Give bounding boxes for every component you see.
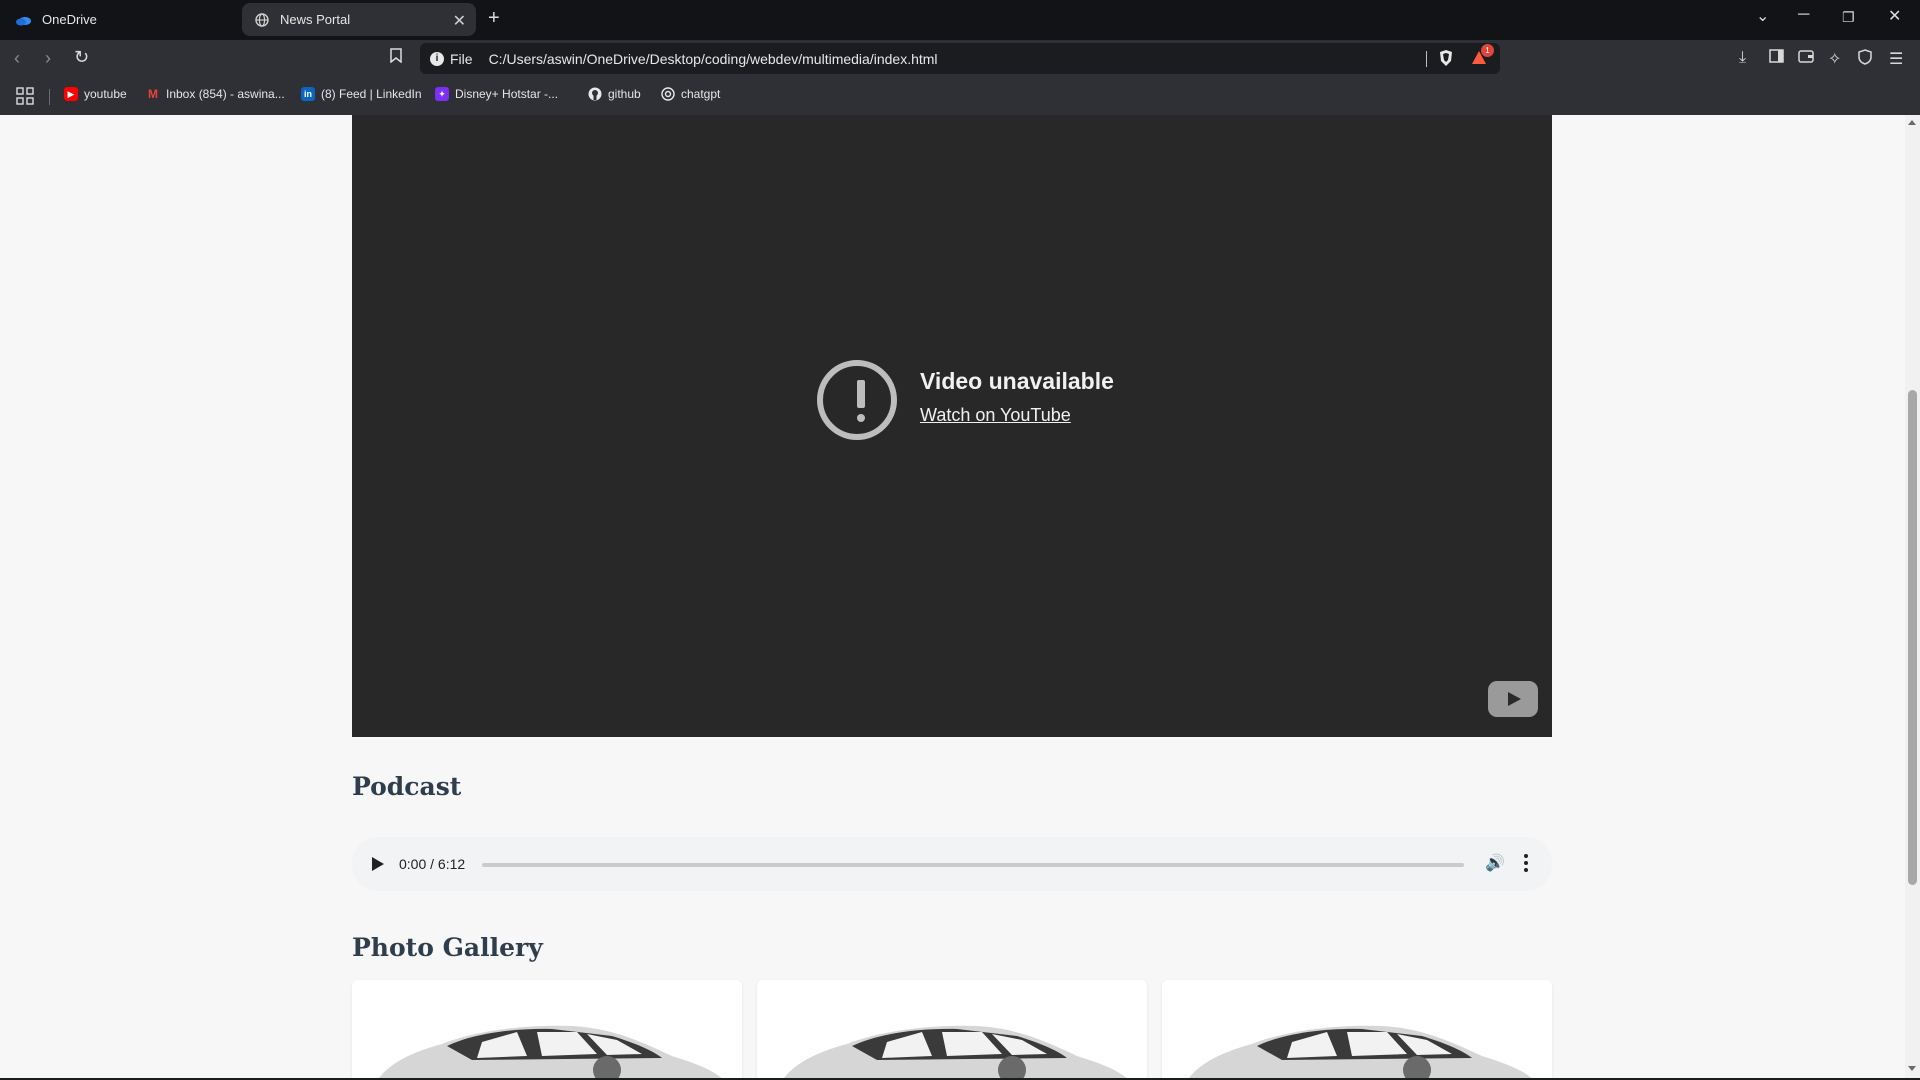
info-icon[interactable]: i <box>430 51 444 66</box>
bookmark-gmail[interactable]: M Inbox (854) - aswina... <box>146 87 285 101</box>
download-icon[interactable]: ⤓ <box>1739 49 1746 67</box>
gallery-image[interactable] <box>1162 980 1552 1078</box>
bookmark-linkedin[interactable]: in (8) Feed | LinkedIn <box>301 87 422 101</box>
bookmark-label: Disney+ Hotstar -... <box>455 87 559 101</box>
hotstar-icon: ✦ <box>435 87 449 101</box>
tab-search-chevron-icon[interactable]: ⌄ <box>1756 6 1769 26</box>
tab-news-portal[interactable]: News Portal ✕ <box>242 3 476 36</box>
volume-icon[interactable]: 🔊 <box>1485 853 1505 873</box>
bookmarks-divider <box>49 89 50 105</box>
url-divider <box>1426 51 1427 67</box>
gmail-icon: M <box>148 87 158 101</box>
podcast-heading: Podcast <box>352 772 462 801</box>
photo-gallery-heading: Photo Gallery <box>352 933 543 962</box>
bookmark-label: github <box>608 87 641 101</box>
reload-icon[interactable]: ↻ <box>74 47 89 68</box>
onedrive-icon <box>16 12 32 28</box>
bookmark-label: youtube <box>84 87 127 101</box>
close-window-icon[interactable]: ✕ <box>1888 6 1901 26</box>
tab-title: News Portal <box>280 12 351 27</box>
audio-progress-track[interactable] <box>482 863 1464 867</box>
globe-icon <box>254 12 270 28</box>
play-icon[interactable] <box>372 857 384 871</box>
address-bar[interactable]: i File C:/Users/aswin/OneDrive/Desktop/c… <box>420 43 1500 74</box>
url-scheme-label: File <box>450 50 473 67</box>
bookmark-chatgpt[interactable]: chatgpt <box>661 87 720 101</box>
page-viewport: Video unavailable Watch on YouTube Podca… <box>0 115 1905 1078</box>
bookmark-label: chatgpt <box>681 87 721 101</box>
scroll-down-icon[interactable] <box>1908 1066 1916 1071</box>
back-icon[interactable]: ‹ <box>14 48 20 69</box>
gallery-image[interactable] <box>352 980 742 1078</box>
wallet-icon[interactable] <box>1798 49 1814 68</box>
leo-ai-icon[interactable]: ✧ <box>1828 49 1841 69</box>
tab-onedrive[interactable]: OneDrive <box>4 3 236 36</box>
apps-grid-icon[interactable] <box>16 87 34 105</box>
bookmark-github[interactable]: github <box>588 87 641 101</box>
video-error-title: Video unavailable <box>920 368 1114 394</box>
audio-player: 0:00 / 6:12 🔊 <box>352 837 1552 891</box>
forward-icon[interactable]: › <box>45 48 51 69</box>
scroll-up-icon[interactable] <box>1908 120 1916 125</box>
youtube-embed[interactable]: Video unavailable Watch on YouTube <box>352 115 1552 737</box>
youtube-icon: ▶ <box>64 87 78 101</box>
menu-icon[interactable]: ☰ <box>1889 49 1903 69</box>
tab-strip: OneDrive News Portal ✕ + ⌄ ─ ❐ ✕ <box>0 0 1920 40</box>
minimize-icon[interactable]: ─ <box>1798 6 1809 24</box>
close-tab-icon[interactable]: ✕ <box>453 11 466 31</box>
car-image <box>784 1025 1127 1078</box>
chatgpt-icon <box>661 87 675 101</box>
github-icon <box>588 87 602 101</box>
url-text[interactable]: C:/Users/aswin/OneDrive/Desktop/coding/w… <box>489 51 938 67</box>
gallery-image[interactable] <box>757 980 1147 1078</box>
bookmark-hotstar[interactable]: ✦ Disney+ Hotstar -... <box>435 87 558 101</box>
bookmarks-bar: ▶ youtube M Inbox (854) - aswina... in (… <box>0 77 1920 115</box>
brave-shields-icon[interactable] <box>1438 49 1454 70</box>
scroll-thumb[interactable] <box>1908 390 1917 885</box>
restore-icon[interactable]: ❐ <box>1842 9 1855 26</box>
car-image <box>1189 1025 1532 1078</box>
tab-title: OneDrive <box>42 12 97 27</box>
bookmark-youtube[interactable]: ▶ youtube <box>64 87 127 101</box>
bookmark-page-icon[interactable] <box>390 48 402 68</box>
bookmark-label: Inbox (854) - aswina... <box>166 87 285 101</box>
more-options-icon[interactable] <box>1524 854 1528 875</box>
car-image <box>379 1025 722 1078</box>
sidebar-icon[interactable] <box>1769 49 1784 68</box>
linkedin-icon: in <box>301 87 315 101</box>
youtube-play-icon[interactable] <box>1488 681 1538 717</box>
rewards-badge: 1 <box>1481 44 1494 57</box>
bookmark-label: (8) Feed | LinkedIn <box>321 87 422 101</box>
watch-on-youtube-link[interactable]: Watch on YouTube <box>920 405 1071 426</box>
vpn-shield-icon[interactable] <box>1858 49 1872 70</box>
warning-icon <box>817 360 897 440</box>
new-tab-button[interactable]: + <box>488 7 500 30</box>
page-scrollbar[interactable] <box>1905 115 1920 1078</box>
browser-toolbar: ‹ › ↻ i File C:/Users/aswin/OneDrive/Des… <box>0 40 1920 77</box>
audio-time: 0:00 / 6:12 <box>399 856 466 872</box>
